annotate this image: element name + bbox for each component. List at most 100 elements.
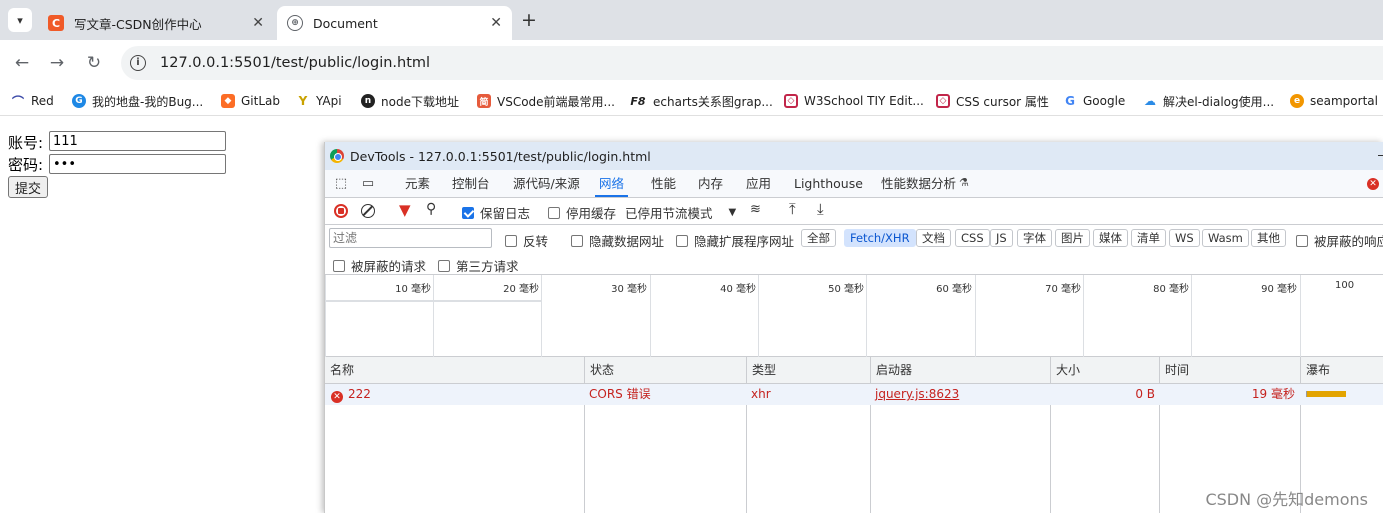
new-tab-button[interactable]: + <box>521 9 537 31</box>
tab-application[interactable]: 应用 <box>746 170 771 197</box>
gitlab-icon: ◆ <box>221 94 235 108</box>
blocked-requests-checkbox[interactable]: 被屏蔽的请求 <box>333 256 426 275</box>
close-icon[interactable]: ✕ <box>252 15 264 31</box>
network-overview-timeline[interactable]: 10 毫秒 20 毫秒 30 毫秒 40 毫秒 50 毫秒 60 毫秒 70 毫… <box>325 275 1383 357</box>
account-input[interactable] <box>49 131 226 151</box>
bookmark-item[interactable]: ◇ CSS cursor 属性 <box>936 92 1049 110</box>
type-filter-media[interactable]: 媒体 <box>1093 229 1128 247</box>
checkbox[interactable] <box>571 234 583 247</box>
bookmark-item[interactable]: G 我的地盘-我的Bug... <box>72 92 203 110</box>
column-waterfall[interactable]: 瀑布 <box>1300 357 1383 384</box>
device-toolbar-icon[interactable]: ▭ <box>360 176 376 192</box>
bookmark-item[interactable]: n node下载地址 <box>361 92 459 110</box>
inspect-element-icon[interactable]: ⬚ <box>333 176 349 192</box>
flask-icon: ⚗ <box>959 176 969 189</box>
reload-button[interactable]: ↻ <box>81 50 107 76</box>
tab-network[interactable]: 网络 <box>595 170 629 197</box>
type-filter-all[interactable]: 全部 <box>801 229 836 247</box>
type-filter-manifest[interactable]: 清单 <box>1131 229 1166 247</box>
browser-tab-csdn[interactable]: C 写文章-CSDN创作中心 ✕ <box>38 6 274 40</box>
throttle-select[interactable]: 已停用节流模式 ▼ <box>625 203 736 222</box>
timeline-tick-label: 70 毫秒 <box>1045 284 1081 295</box>
filter-input[interactable] <box>329 228 492 248</box>
export-har-icon[interactable]: ⤓ <box>817 200 824 218</box>
hide-extension-urls-checkbox[interactable]: 隐藏扩展程序网址 <box>676 231 794 250</box>
address-bar[interactable]: i 127.0.0.1:5501/test/public/login.html <box>121 46 1383 80</box>
bookmark-item[interactable]: e seamportal <box>1290 92 1378 110</box>
column-status[interactable]: 状态 <box>584 357 746 384</box>
network-conditions-icon[interactable]: ≋ <box>750 202 761 217</box>
type-filter-css[interactable]: CSS <box>955 229 990 247</box>
filter-funnel-icon[interactable]: ▼ <box>399 201 411 219</box>
tab-performance-insights[interactable]: 性能数据分析 <box>881 170 956 197</box>
checkbox[interactable] <box>333 259 345 272</box>
timeline-tick <box>866 275 867 357</box>
type-filter-fetch-xhr[interactable]: Fetch/XHR <box>844 229 916 247</box>
bookmark-item[interactable]: ◇ W3School TIY Edit... <box>784 92 924 110</box>
import-har-icon[interactable]: ⤒ <box>789 200 796 218</box>
type-filter-img[interactable]: 图片 <box>1055 229 1090 247</box>
devtools-window: DevTools - 127.0.0.1:5501/test/public/lo… <box>324 142 1383 513</box>
tab-console[interactable]: 控制台 <box>452 170 490 197</box>
error-count-icon[interactable]: ✕ <box>1367 178 1379 190</box>
table-row[interactable]: ✕ 222 CORS 错误 xhr jquery.js:8623 0 B 19 毫… <box>325 384 1383 405</box>
type-filter-ws[interactable]: WS <box>1169 229 1200 247</box>
tab-search-button[interactable]: ▾ <box>8 8 32 32</box>
checkbox[interactable] <box>438 259 450 272</box>
column-initiator[interactable]: 启动器 <box>870 357 1050 384</box>
globe-icon: ⊕ <box>287 15 303 31</box>
node-icon: n <box>361 94 375 108</box>
type-filter-other[interactable]: 其他 <box>1251 229 1286 247</box>
row-name-cell: ✕ 222 <box>331 384 371 405</box>
tab-lighthouse[interactable]: Lighthouse <box>794 170 863 197</box>
clear-icon[interactable] <box>361 204 375 218</box>
row-initiator-link[interactable]: jquery.js:8623 <box>875 384 959 405</box>
network-filter-bar-2: 被屏蔽的请求 第三方请求 <box>325 251 1383 275</box>
disable-cache-checkbox[interactable]: 停用缓存 <box>548 203 616 222</box>
password-label: 密码: <box>8 156 44 174</box>
type-filter-font[interactable]: 字体 <box>1017 229 1052 247</box>
minimize-icon[interactable] <box>1378 155 1383 156</box>
checkbox[interactable] <box>505 234 517 247</box>
hide-data-urls-checkbox[interactable]: 隐藏数据网址 <box>571 231 664 250</box>
column-size[interactable]: 大小 <box>1050 357 1159 384</box>
bookmark-item[interactable]: G Google <box>1063 92 1125 110</box>
site-info-icon[interactable]: i <box>130 55 146 71</box>
tab-sources[interactable]: 源代码/来源 <box>513 170 580 197</box>
submit-button[interactable]: 提交 <box>8 176 49 198</box>
timeline-tick-label: 80 毫秒 <box>1153 284 1189 295</box>
forward-button[interactable]: → <box>44 50 70 76</box>
third-party-requests-checkbox[interactable]: 第三方请求 <box>438 256 519 275</box>
checkbox[interactable] <box>1296 234 1308 247</box>
column-name[interactable]: 名称 <box>325 357 584 384</box>
close-icon[interactable]: ✕ <box>490 15 502 31</box>
timeline-tick-label: 40 毫秒 <box>720 284 756 295</box>
checkbox[interactable] <box>676 234 688 247</box>
red-icon: ⌒ <box>11 94 25 109</box>
browser-tab-document[interactable]: ⊕ Document ✕ <box>277 6 512 40</box>
search-icon[interactable]: ⚲ <box>426 201 436 217</box>
invert-checkbox[interactable]: 反转 <box>505 231 548 250</box>
preserve-log-checkbox[interactable]: 保留日志 <box>462 203 530 222</box>
back-button[interactable]: ← <box>9 50 35 76</box>
type-filter-js[interactable]: JS <box>990 229 1013 247</box>
bookmark-item[interactable]: ☁ 解决el-dialog使用... <box>1143 92 1274 110</box>
bookmark-item[interactable]: Y YApi <box>296 92 342 110</box>
bookmark-item[interactable]: ◆ GitLab <box>221 92 280 110</box>
column-type[interactable]: 类型 <box>746 357 870 384</box>
password-input[interactable] <box>49 154 226 174</box>
account-label: 账号: <box>8 134 44 152</box>
type-filter-wasm[interactable]: Wasm <box>1202 229 1249 247</box>
checkbox[interactable] <box>548 206 560 219</box>
record-icon[interactable] <box>334 204 348 218</box>
type-filter-doc[interactable]: 文档 <box>916 229 951 247</box>
bookmark-item[interactable]: 简 VSCode前端最常用... <box>477 92 615 110</box>
column-time[interactable]: 时间 <box>1159 357 1300 384</box>
blocked-response-cookies-checkbox[interactable]: 被屏蔽的响应 <box>1296 231 1383 250</box>
tab-memory[interactable]: 内存 <box>698 170 723 197</box>
tab-performance[interactable]: 性能 <box>651 170 676 197</box>
bookmark-item[interactable]: ⌒ Red <box>11 92 54 110</box>
bookmark-item[interactable]: F8 echarts关系图grap... <box>629 92 773 110</box>
checkbox-checked[interactable] <box>462 206 474 219</box>
tab-elements[interactable]: 元素 <box>405 170 430 197</box>
